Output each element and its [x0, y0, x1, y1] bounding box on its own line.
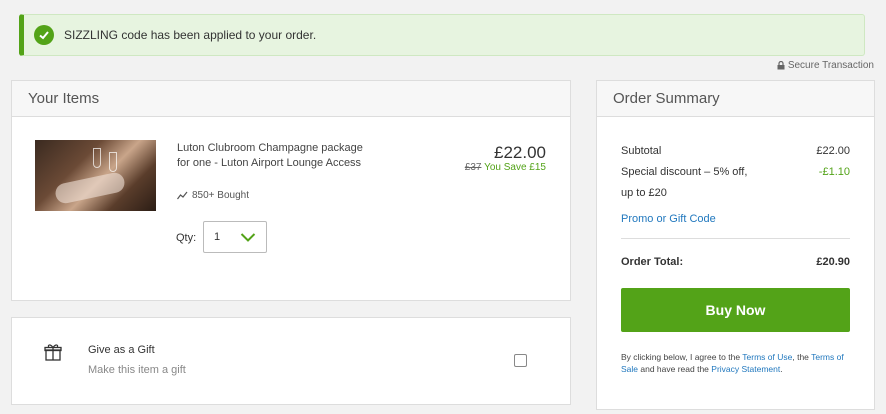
secure-transaction: Secure Transaction — [777, 60, 874, 71]
your-items-heading: Your Items — [12, 81, 570, 117]
order-summary-panel: Order Summary Subtotal £22.00 Special di… — [596, 80, 875, 410]
subtotal-label: Subtotal — [621, 145, 662, 157]
promo-code-link[interactable]: Promo or Gift Code — [621, 213, 716, 225]
legal-mid2: and have read the — [638, 364, 712, 374]
gift-checkbox[interactable] — [514, 354, 527, 367]
price-savings: £37 You Save £15 — [465, 162, 546, 173]
trending-icon — [177, 191, 188, 200]
discount-row-2: up to £20 — [621, 187, 850, 199]
original-price: £37 — [464, 162, 482, 173]
product-title[interactable]: Luton Clubroom Champagne package for one… — [177, 141, 377, 171]
quantity-value: 1 — [214, 231, 221, 243]
legal-mid1: , the — [792, 352, 812, 362]
alert-message: SIZZLING code has been applied to your o… — [64, 28, 317, 42]
qty-label: Qty: — [176, 232, 197, 244]
secure-label: Secure Transaction — [787, 60, 874, 71]
gift-panel: Give as a Gift Make this item a gift — [11, 317, 571, 405]
buy-now-button[interactable]: Buy Now — [621, 288, 850, 332]
quantity-select[interactable]: 1 — [203, 221, 267, 253]
lock-icon — [777, 61, 785, 70]
legal-text: By clicking below, I agree to the Terms … — [621, 351, 850, 375]
chevron-down-icon — [240, 233, 256, 242]
discount-row: Special discount – 5% off, -£1.10 — [621, 166, 850, 178]
legal-suffix: . — [780, 364, 783, 374]
product-price: £22.00 — [494, 143, 546, 162]
discount-value: -£1.10 — [818, 166, 850, 178]
order-total-row: Order Total: £20.90 — [621, 256, 850, 268]
order-total-value: £20.90 — [816, 256, 850, 268]
bought-label: 850+ Bought — [192, 190, 249, 201]
gift-subtitle: Make this item a gift — [88, 364, 186, 376]
order-summary-heading: Order Summary — [597, 81, 874, 117]
bought-count: 850+ Bought — [177, 190, 249, 201]
discount-label: Special discount – 5% off, — [621, 166, 748, 178]
terms-of-use-link[interactable]: Terms of Use — [742, 352, 792, 362]
subtotal-value: £22.00 — [816, 145, 850, 157]
promo-applied-alert: SIZZLING code has been applied to your o… — [19, 14, 865, 56]
product-image[interactable] — [35, 140, 156, 211]
order-total-label: Order Total: — [621, 256, 684, 268]
gift-title: Give as a Gift — [88, 344, 155, 356]
privacy-statement-link[interactable]: Privacy Statement — [711, 364, 780, 374]
your-items-panel: Your Items Luton Clubroom Champagne pack… — [11, 80, 571, 301]
check-circle-icon — [34, 25, 54, 45]
savings-label: You Save £15 — [484, 162, 546, 173]
discount-label-2: up to £20 — [621, 187, 667, 199]
summary-divider — [621, 238, 850, 239]
legal-prefix: By clicking below, I agree to the — [621, 352, 743, 362]
gift-icon — [44, 344, 62, 361]
subtotal-row: Subtotal £22.00 — [621, 145, 850, 157]
